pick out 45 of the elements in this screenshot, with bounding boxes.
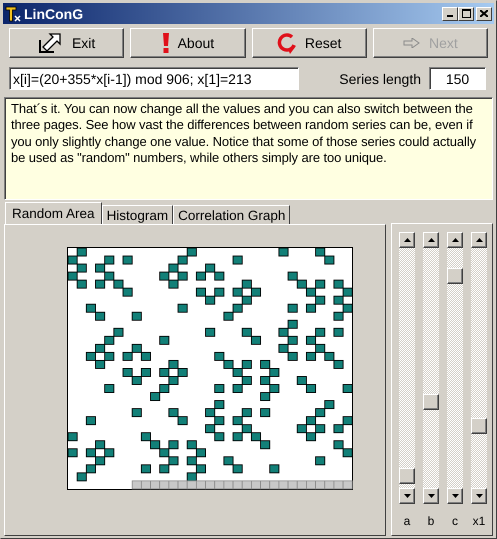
scroll-down-button[interactable] bbox=[399, 488, 415, 504]
series-length-field[interactable]: 150 bbox=[429, 67, 486, 90]
slider-label: x1 bbox=[472, 514, 486, 528]
app-icon bbox=[5, 6, 21, 22]
slider-thumb[interactable] bbox=[471, 418, 487, 434]
scroll-down-button[interactable] bbox=[423, 488, 439, 504]
slider-thumb[interactable] bbox=[447, 268, 463, 284]
maximize-button[interactable] bbox=[458, 6, 474, 20]
down-arrow-icon bbox=[428, 494, 434, 498]
down-arrow-icon bbox=[476, 494, 482, 498]
toolbar-button[interactable]: Reset bbox=[252, 28, 367, 58]
up-arrow-icon bbox=[404, 238, 410, 242]
up-arrow-icon bbox=[476, 238, 482, 242]
close-button[interactable] bbox=[476, 6, 492, 20]
up-arrow-icon bbox=[452, 238, 458, 242]
close-icon bbox=[480, 10, 488, 17]
scroll-up-button[interactable] bbox=[471, 232, 487, 248]
scroll-down-button[interactable] bbox=[471, 488, 487, 504]
reset-icon bbox=[276, 32, 297, 54]
slider-label: b bbox=[428, 514, 434, 528]
slider-label: a bbox=[404, 514, 410, 528]
series-length-label: Series length bbox=[339, 70, 421, 86]
exclamation-icon bbox=[162, 33, 170, 53]
info-text: That´s it. You can now change all the values and you can also switch between the three pages. See how vast the differences between random series can be, even if you only slightly change one value. Notice that some of those series could actually be used as "random" numbers, while others simply are too unique. bbox=[4, 97, 493, 200]
tab[interactable]: Histogram bbox=[102, 205, 174, 224]
tab[interactable]: Random Area bbox=[5, 202, 102, 224]
formula-field[interactable]: x[i]=(20+355*x[i-1]) mod 906; x[1]=213 bbox=[9, 67, 299, 90]
scroll-down-button[interactable] bbox=[447, 488, 463, 504]
scroll-up-button[interactable] bbox=[399, 232, 415, 248]
down-arrow-icon bbox=[404, 494, 410, 498]
down-arrow-icon bbox=[452, 494, 458, 498]
tab[interactable]: Correlation Graph bbox=[173, 205, 290, 224]
minimize-button[interactable] bbox=[442, 6, 458, 20]
scroll-up-button[interactable] bbox=[423, 232, 439, 248]
slider-thumb[interactable] bbox=[399, 468, 415, 484]
right-arrow-icon bbox=[402, 38, 421, 48]
toolbar-button[interactable]: About bbox=[130, 28, 246, 58]
slider-thumb[interactable] bbox=[423, 394, 439, 410]
slider-label: c bbox=[452, 514, 458, 528]
window-title: LinConG bbox=[24, 6, 84, 22]
minimize-icon bbox=[447, 15, 453, 17]
scroll-up-button[interactable] bbox=[447, 232, 463, 248]
maximize-icon bbox=[462, 9, 470, 18]
up-arrow-icon bbox=[428, 238, 434, 242]
toolbar-button[interactable]: Exit bbox=[9, 28, 124, 58]
